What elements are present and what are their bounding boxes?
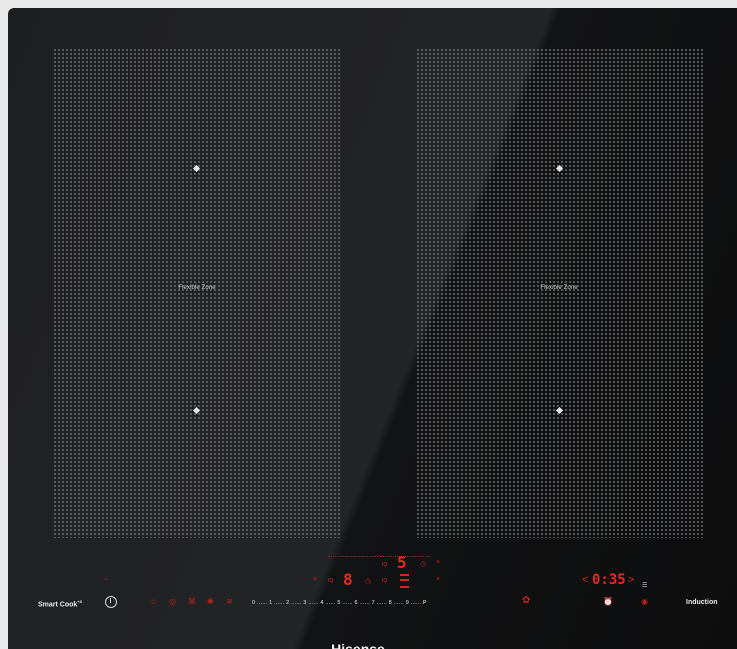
right-close-icon-bottom[interactable]: × [436, 576, 440, 583]
power-level-slider[interactable]: 0 ...... 1 ...... 2 ...... 3 ...... 4 ..… [252, 600, 427, 606]
cooktop-panel: Flexible Zone Flexible Zone Smart Cook+8… [8, 8, 737, 649]
smart-cook-button[interactable]: Smart Cook+8 [38, 599, 82, 608]
left-flexible-zone[interactable] [53, 48, 341, 538]
timer-next-button[interactable]: > [628, 574, 634, 586]
alarm-clock-icon[interactable]: ⏰ [603, 597, 613, 606]
power-button[interactable] [105, 596, 117, 608]
flame-icon[interactable]: ✺ [207, 597, 214, 606]
left-zone-display: 8 [343, 570, 353, 589]
smart-cook-superscript: +8 [77, 599, 82, 604]
right-timer-icon[interactable]: ◷ [420, 560, 426, 568]
left-zone-label: Flexible Zone [178, 285, 216, 291]
boost-icon[interactable]: ✿ [522, 595, 530, 606]
settings-icon[interactable]: ◉ [641, 597, 648, 606]
right-iq-label-top: IQ [382, 562, 388, 568]
left-display-top-line [328, 556, 378, 557]
right-zone-display: 5 [397, 553, 407, 572]
right-zone-label: Flexible Zone [540, 285, 578, 291]
smart-cook-label: Smart Cook [38, 601, 78, 609]
left-timer-icon[interactable]: ◷ [365, 577, 371, 585]
pot-icon[interactable]: ♨ [150, 597, 157, 606]
pan-icon[interactable]: ◎ [169, 597, 176, 606]
lock-icon[interactable]: ⌁ [104, 576, 108, 583]
right-flexible-zone[interactable] [416, 48, 704, 538]
brand-logo: Hisense [331, 641, 385, 649]
induction-label: Induction [686, 599, 718, 606]
right-iq-label-bottom: IQ [382, 578, 388, 584]
waves-icon[interactable]: ≋ [226, 597, 233, 606]
timer-prev-button[interactable]: < [582, 574, 588, 586]
timer-display: 0:35 [592, 572, 626, 588]
timer-list-icon[interactable]: ☰ [642, 582, 647, 589]
steam-icon[interactable]: ⌘ [188, 597, 196, 606]
right-close-icon-top[interactable]: × [436, 559, 440, 566]
right-level-bars-icon [400, 574, 409, 588]
left-close-icon[interactable]: × [313, 576, 317, 583]
left-iq-label: IQ [328, 578, 334, 584]
power-icon [110, 598, 111, 603]
